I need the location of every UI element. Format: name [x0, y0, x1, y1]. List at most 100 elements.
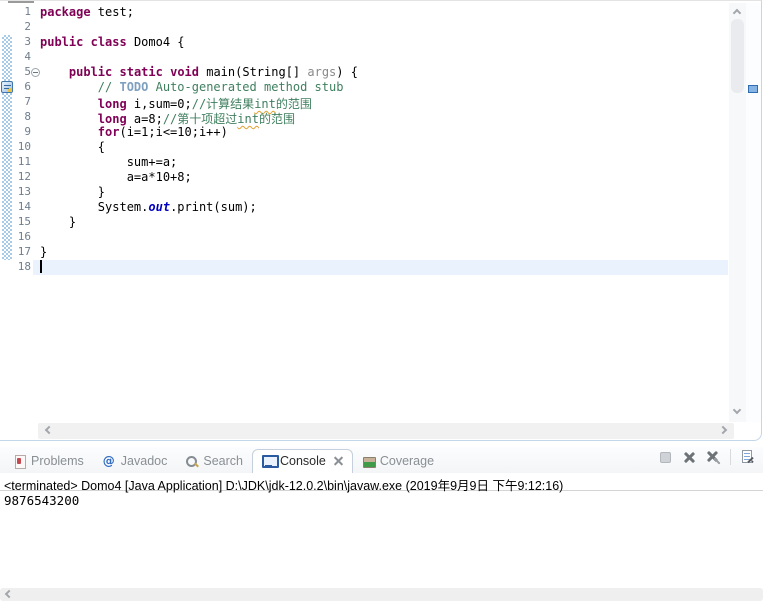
- tab-label: Javadoc: [120, 454, 168, 468]
- problems-icon: [13, 454, 26, 469]
- code-token: //计算结果: [191, 97, 255, 111]
- code-token: for: [97, 125, 120, 139]
- code-token: i,sum=0;: [126, 97, 192, 111]
- tab-coverage[interactable]: Coverage: [353, 450, 443, 473]
- code-token: package: [40, 5, 91, 19]
- view-tab-bar: Problems @ Javadoc Search Console Coverage: [0, 447, 763, 474]
- line-number[interactable]: 15: [11, 215, 31, 230]
- code-line[interactable]: public static void main(String[] args) {: [40, 65, 358, 80]
- code-token: args: [307, 65, 337, 79]
- console-view: Problems @ Javadoc Search Console Coverage <t…: [0, 443, 763, 602]
- line-number[interactable]: 6: [11, 80, 31, 95]
- line-number[interactable]: 14: [11, 200, 31, 215]
- console-toolbar: [658, 449, 755, 465]
- line-number[interactable]: 13: [11, 185, 31, 200]
- line-number[interactable]: 2: [11, 20, 31, 35]
- line-number[interactable]: 16: [11, 230, 31, 245]
- code-token: (i=1;i<=10;i++): [119, 125, 228, 139]
- scroll-left-icon[interactable]: [4, 589, 14, 599]
- scroll-up-icon[interactable]: [732, 8, 742, 18]
- code-line[interactable]: // TODO Auto-generated method stub: [40, 80, 344, 95]
- code-token: a=a*10+8;: [40, 170, 192, 184]
- code-token: Domo4 {: [126, 35, 185, 49]
- code-line[interactable]: for(i=1;i<=10;i++): [40, 125, 228, 140]
- scroll-left-icon[interactable]: [44, 425, 54, 435]
- code-line[interactable]: }: [40, 245, 47, 260]
- editor-vertical-scrollbar[interactable]: [729, 3, 746, 422]
- code-line[interactable]: [40, 260, 42, 275]
- close-icon[interactable]: [334, 457, 343, 466]
- line-number[interactable]: 7: [11, 95, 31, 110]
- code-token: //第十项超过: [162, 112, 238, 126]
- terminate-icon: [660, 451, 671, 463]
- line-number-gutter[interactable]: 1 2 3 4 5 6 7 8 9 10 11 12 13 14 15 16 17 18: [0, 1, 33, 421]
- tab-label: Problems: [31, 454, 84, 468]
- line-number[interactable]: 3: [11, 35, 31, 50]
- line-number[interactable]: 4: [11, 50, 31, 65]
- line-number[interactable]: 12: [11, 170, 31, 185]
- tab-label: Coverage: [379, 454, 435, 468]
- line-number[interactable]: 8: [11, 110, 31, 125]
- clear-console-button[interactable]: [740, 449, 755, 465]
- line-number[interactable]: 18: [11, 260, 31, 275]
- coverage-icon: [362, 455, 376, 468]
- code-line[interactable]: a=a*10+8;: [40, 170, 192, 185]
- code-line[interactable]: }: [40, 185, 105, 200]
- line-number[interactable]: 11: [11, 155, 31, 170]
- search-icon: [185, 455, 198, 468]
- code-token: test;: [90, 5, 134, 19]
- remove-all-terminated-button[interactable]: [706, 450, 721, 465]
- console-output[interactable]: 9876543200: [4, 493, 79, 508]
- overview-ruler[interactable]: [746, 3, 761, 422]
- code-line[interactable]: {: [40, 140, 105, 155]
- code-token: public: [68, 65, 113, 79]
- fold-collapse-icon[interactable]: [31, 68, 40, 77]
- code-line[interactable]: public class Domo4 {: [40, 35, 185, 50]
- code-token: public: [40, 35, 84, 49]
- console-status-line: <terminated> Domo4 [Java Application] D:…: [0, 473, 763, 493]
- code-token: TODO: [119, 80, 149, 94]
- tab-problems[interactable]: Problems: [4, 450, 93, 473]
- scroll-right-icon[interactable]: [718, 425, 728, 435]
- line-number[interactable]: 5: [11, 65, 31, 80]
- code-token: void: [170, 65, 199, 79]
- line-number[interactable]: 17: [11, 245, 31, 260]
- code-line[interactable]: long i,sum=0;//计算结果int的范围: [40, 95, 312, 111]
- code-token: }: [40, 245, 48, 259]
- code-line[interactable]: long a=8;//第十项超过int的范围: [40, 110, 295, 126]
- code-token: 的范围: [275, 97, 312, 111]
- code-token: int: [237, 112, 259, 126]
- line-number[interactable]: 1: [11, 5, 31, 20]
- editor-horizontal-scrollbar[interactable]: [38, 423, 734, 439]
- code-token: Auto-generated method stub: [148, 80, 344, 94]
- tab-console[interactable]: Console: [251, 449, 353, 474]
- code-line[interactable]: package test;: [40, 5, 134, 20]
- vertical-scroll-thumb[interactable]: [731, 19, 744, 93]
- tab-javadoc[interactable]: @ Javadoc: [93, 450, 177, 473]
- console-icon: [261, 454, 279, 468]
- line-number[interactable]: 10: [11, 140, 31, 155]
- tab-search[interactable]: Search: [176, 450, 252, 473]
- code-line[interactable]: }: [40, 215, 76, 230]
- code-token: static: [119, 65, 163, 79]
- code-token: sum+=a;: [40, 155, 178, 169]
- terminate-button[interactable]: [658, 450, 673, 465]
- overview-task-marker[interactable]: [748, 85, 758, 93]
- scroll-down-icon[interactable]: [732, 405, 742, 415]
- code-line[interactable]: System.out.print(sum);: [40, 200, 257, 215]
- remove-launch-button[interactable]: [682, 450, 697, 465]
- code-editor[interactable]: 1 2 3 4 5 6 7 8 9 10 11 12 13 14 15 16 17 18 package test…: [0, 0, 762, 441]
- code-line[interactable]: sum+=a;: [40, 155, 178, 170]
- bottom-horizontal-scrollbar[interactable]: [0, 588, 763, 601]
- code-token: a=8;: [126, 112, 163, 126]
- line-number[interactable]: 9: [11, 125, 31, 140]
- code-token: out: [148, 200, 171, 214]
- code-token: }: [40, 185, 106, 199]
